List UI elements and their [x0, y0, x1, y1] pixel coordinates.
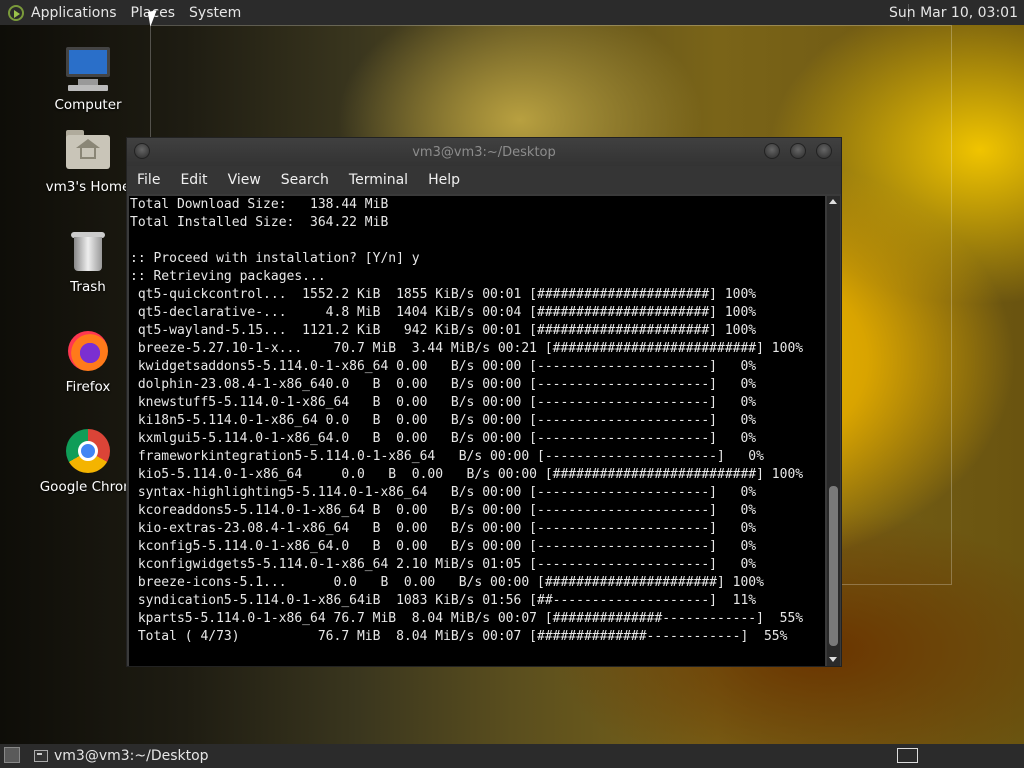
terminal-line: kwidgetsaddons5-5.114.0-1-x86_64 0.00 B/… — [130, 359, 757, 374]
terminal-line: kconfig5-5.114.0-1-x86_64.0 B 0.00 B/s 0… — [130, 539, 757, 554]
terminal-line: kconfigwidgets5-5.114.0-1-x86_64 2.10 Mi… — [130, 557, 757, 572]
firefox-icon — [64, 327, 112, 375]
terminal-line: knewstuff5-5.114.0-1-x86_64 B 0.00 B/s 0… — [130, 395, 757, 410]
desktop-icon-label: Firefox — [65, 379, 111, 395]
window-titlebar[interactable]: vm3@vm3:~/Desktop — [127, 138, 841, 166]
minimize-button[interactable] — [764, 143, 780, 159]
terminal-line: syntax-highlighting5-5.114.0-1-x86_64 B/… — [130, 485, 757, 500]
show-desktop-icon[interactable] — [4, 747, 20, 763]
home-folder-icon — [64, 127, 112, 175]
terminal-icon — [34, 750, 48, 762]
menu-view[interactable]: View — [218, 172, 271, 188]
menu-help[interactable]: Help — [418, 172, 470, 188]
menu-edit[interactable]: Edit — [170, 172, 217, 188]
desktop-icon-firefox[interactable]: Firefox — [38, 327, 138, 395]
chrome-icon — [64, 427, 112, 475]
terminal-line: qt5-declarative-... 4.8 MiB 1404 KiB/s 0… — [130, 305, 757, 320]
terminal-menubar: File Edit View Search Terminal Help — [127, 166, 841, 194]
computer-icon — [64, 45, 112, 93]
taskbar-item-label: vm3@vm3:~/Desktop — [54, 748, 209, 764]
terminal-line: kparts5-5.114.0-1-x86_64 76.7 MiB 8.04 M… — [130, 611, 804, 626]
terminal-line: kio-extras-23.08.4-1-x86_64 B 0.00 B/s 0… — [130, 521, 757, 536]
menu-terminal[interactable]: Terminal — [339, 172, 418, 188]
terminal-line: Total Download Size: 138.44 MiB — [130, 197, 389, 212]
maximize-button[interactable] — [790, 143, 806, 159]
terminal-line: ki18n5-5.114.0-1-x86_64 0.0 B 0.00 B/s 0… — [130, 413, 757, 428]
terminal-line: dolphin-23.08.4-1-x86_640.0 B 0.00 B/s 0… — [130, 377, 757, 392]
taskbar-item-terminal[interactable]: vm3@vm3:~/Desktop — [34, 744, 209, 768]
menu-search[interactable]: Search — [271, 172, 339, 188]
desktop-icon-computer[interactable]: Computer — [38, 45, 138, 113]
terminal-line: kio5-5.114.0-1-x86_64 0.0 B 0.00 B/s 00:… — [130, 467, 804, 482]
menu-system[interactable]: System — [182, 0, 248, 25]
scrollbar-thumb[interactable] — [829, 486, 838, 646]
terminal-line: :: Retrieving packages... — [130, 269, 326, 284]
scroll-up-arrow-icon[interactable] — [829, 199, 837, 204]
terminal-text: Total Download Size: 138.44 MiB Total Ins… — [129, 196, 825, 646]
terminal-line: kxmlgui5-5.114.0-1-x86_64.0 B 0.00 B/s 0… — [130, 431, 757, 446]
bottom-panel: vm3@vm3:~/Desktop — [0, 744, 1024, 768]
desktop-icon-label: Trash — [70, 279, 106, 295]
terminal-window[interactable]: vm3@vm3:~/Desktop File Edit View Search … — [126, 137, 842, 667]
terminal-line: qt5-wayland-5.15... 1121.2 KiB 942 KiB/s… — [130, 323, 757, 338]
scroll-down-arrow-icon[interactable] — [829, 657, 837, 662]
desktop-icon-chrome[interactable]: Google Chrom — [38, 427, 138, 495]
terminal-line: breeze-icons-5.1... 0.0 B 0.00 B/s 00:00… — [130, 575, 764, 590]
desktop-icon-label: Google Chrom — [39, 479, 137, 495]
trash-icon — [64, 227, 112, 275]
terminal-output[interactable]: Total Download Size: 138.44 MiB Total Ins… — [129, 196, 825, 666]
applications-logo-icon[interactable] — [8, 4, 24, 21]
desktop-icon-label: Computer — [54, 97, 122, 113]
menu-file[interactable]: File — [127, 172, 170, 188]
terminal-line: Total Installed Size: 364.22 MiB — [130, 215, 389, 230]
close-button[interactable] — [816, 143, 832, 159]
clock[interactable]: Sun Mar 10, 03:01 — [889, 0, 1018, 25]
terminal-line: breeze-5.27.10-1-x... 70.7 MiB 3.44 MiB/… — [130, 341, 804, 356]
desktop-icon-home[interactable]: vm3's Home — [38, 127, 138, 195]
terminal-line: :: Proceed with installation? [Y/n] y — [130, 251, 420, 266]
workspace-switcher[interactable] — [897, 748, 918, 763]
terminal-line: syndication5-5.114.0-1-x86_64iB 1083 KiB… — [130, 593, 757, 608]
window-title: vm3@vm3:~/Desktop — [412, 145, 556, 160]
terminal-line: kcoreaddons5-5.114.0-1-x86_64 B 0.00 B/s… — [130, 503, 757, 518]
terminal-line: Total ( 4/73) 76.7 MiB 8.04 MiB/s 00:07 … — [130, 629, 788, 644]
menu-applications[interactable]: Applications — [24, 0, 124, 25]
terminal-scrollbar[interactable] — [827, 196, 840, 666]
terminal-line: frameworkintegration5-5.114.0-1-x86_64 B… — [130, 449, 764, 464]
terminal-line: qt5-quickcontrol... 1552.2 KiB 1855 KiB/… — [130, 287, 757, 302]
desktop-icon-label: vm3's Home — [45, 179, 131, 195]
desktop-icon-trash[interactable]: Trash — [38, 227, 138, 295]
